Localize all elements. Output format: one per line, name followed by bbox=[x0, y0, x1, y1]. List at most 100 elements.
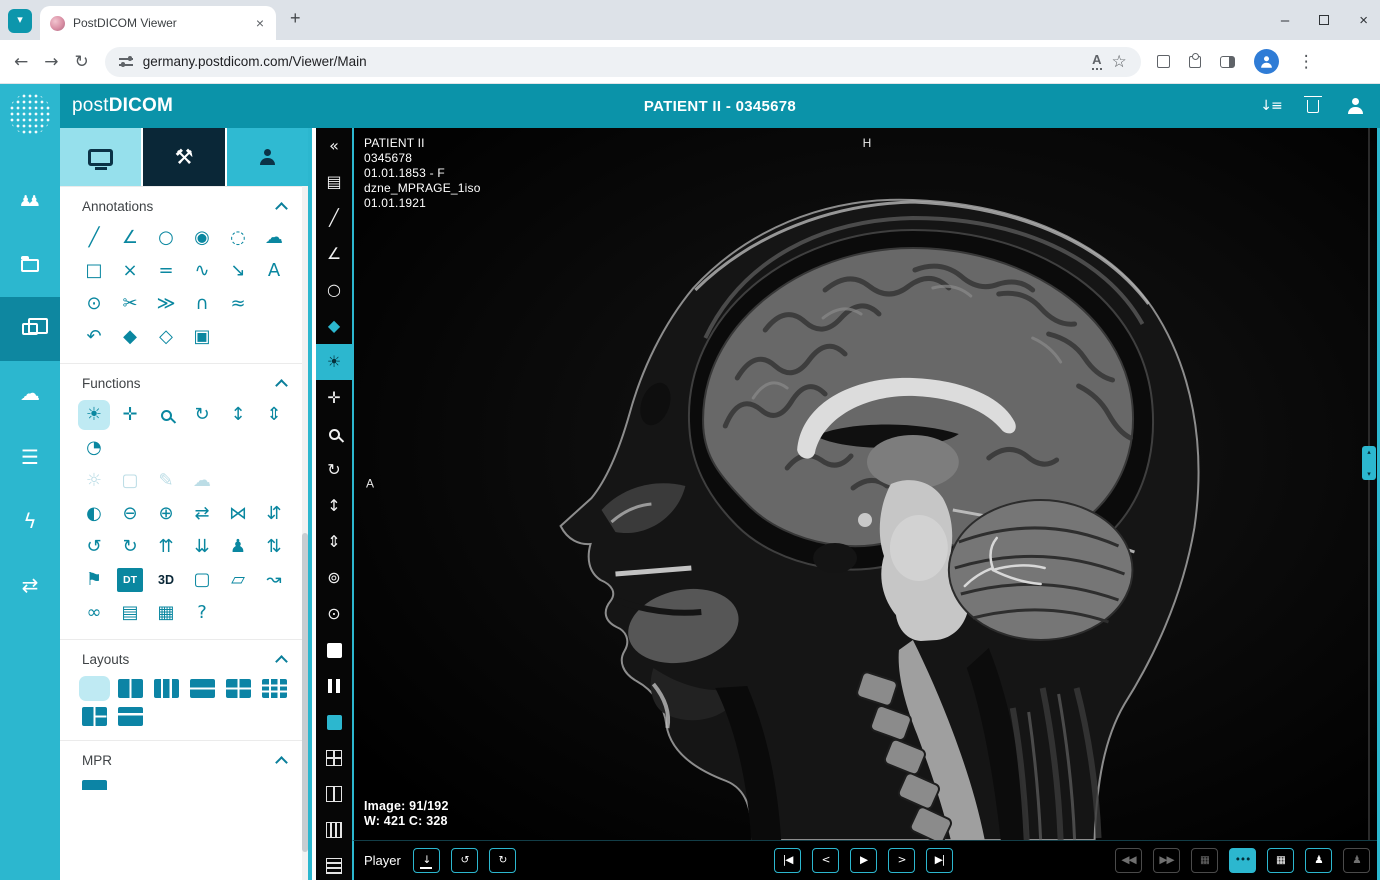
worklist-icon[interactable]: ☰ bbox=[0, 425, 60, 489]
active-frame-icon[interactable] bbox=[316, 632, 352, 668]
back-icon[interactable]: ← bbox=[14, 52, 28, 72]
polyline-icon[interactable]: ∿ bbox=[189, 259, 215, 283]
zoom-icon[interactable] bbox=[160, 409, 172, 421]
delete-annotation-icon[interactable]: ◆ bbox=[117, 325, 143, 349]
quarter-probe-icon[interactable]: ◔ bbox=[81, 436, 107, 460]
layout-3x3-icon[interactable] bbox=[261, 679, 287, 698]
mpr-preview-icon[interactable] bbox=[81, 780, 107, 790]
flow-icon[interactable]: ≫ bbox=[153, 292, 179, 316]
forward-icon[interactable]: → bbox=[44, 52, 58, 72]
layouts-header[interactable]: Layouts bbox=[60, 639, 308, 675]
reset-view-icon[interactable]: ⊚ bbox=[316, 560, 352, 596]
undo-icon[interactable]: ↶ bbox=[81, 325, 107, 349]
parallel-lines-icon[interactable]: = bbox=[153, 259, 179, 283]
flip-vertical-icon[interactable]: ⇵ bbox=[261, 502, 287, 526]
reload-icon[interactable]: ↻ bbox=[75, 52, 89, 72]
layout-1x1-icon[interactable] bbox=[81, 679, 107, 698]
patients-icon[interactable]: ♟♟ bbox=[0, 169, 60, 233]
layout-stripes-h-icon[interactable] bbox=[316, 848, 352, 880]
browser-menu-icon[interactable]: ⋮ bbox=[1298, 52, 1315, 72]
freehand-icon[interactable]: ☁ bbox=[261, 226, 287, 250]
address-bar[interactable]: germany.postdicom.com/Viewer/Main A ☆ bbox=[104, 46, 1141, 77]
layout-stripes-v-icon[interactable] bbox=[316, 812, 352, 848]
bookmark-star-icon[interactable]: ☆ bbox=[1112, 52, 1127, 72]
side-panel-icon[interactable] bbox=[1219, 55, 1235, 68]
length-icon[interactable]: ╱ bbox=[316, 200, 352, 236]
export-frame-button[interactable]: ↓ bbox=[412, 848, 440, 873]
shear-icon[interactable]: ▱ bbox=[225, 568, 251, 592]
window-level-icon[interactable]: ☀ bbox=[81, 403, 107, 427]
last-frame-button[interactable]: ▶| bbox=[926, 848, 953, 873]
patient-orientation-icon[interactable]: ♟ bbox=[225, 535, 251, 559]
text-icon[interactable]: A bbox=[261, 259, 287, 283]
orbit-icon[interactable]: ⊙ bbox=[316, 596, 352, 632]
new-tab-button[interactable]: + bbox=[290, 8, 301, 29]
export-image-icon[interactable]: ▤ bbox=[117, 601, 143, 625]
account-icon[interactable] bbox=[1344, 95, 1366, 117]
rotate-ccw-icon[interactable]: ↺ bbox=[81, 535, 107, 559]
arrow-icon[interactable]: ↘ bbox=[225, 259, 251, 283]
layout-cols-icon[interactable] bbox=[316, 776, 352, 812]
layout-2-rows-icon[interactable] bbox=[117, 707, 143, 726]
delete-annotation-icon[interactable]: ◆ bbox=[316, 308, 352, 344]
profile-avatar[interactable] bbox=[1253, 49, 1279, 74]
annotate-image-icon[interactable]: ▦ bbox=[153, 601, 179, 625]
patient-query-icon[interactable]: ? bbox=[189, 601, 215, 625]
zoom-out-icon[interactable]: ⊖ bbox=[117, 502, 143, 526]
previous-patient-button[interactable]: ♟ bbox=[1305, 848, 1332, 873]
ellipse-icon[interactable]: ○ bbox=[316, 272, 352, 308]
zoom-in-icon[interactable]: ⊕ bbox=[153, 502, 179, 526]
length-icon[interactable]: ╱ bbox=[81, 226, 107, 250]
series-scrollbar-track[interactable] bbox=[1368, 128, 1370, 840]
invert-icon[interactable]: ◐ bbox=[81, 502, 107, 526]
next-patient-button[interactable]: ♟ bbox=[1343, 848, 1370, 873]
more-options-button[interactable]: ••• bbox=[1229, 848, 1256, 873]
stack-scroll-icon[interactable]: ↕ bbox=[316, 488, 352, 524]
minimize-button[interactable]: – bbox=[1281, 12, 1289, 29]
layout-2x1-icon[interactable] bbox=[189, 679, 215, 698]
loop-forward-button[interactable]: ↻ bbox=[488, 848, 516, 873]
tag-icon[interactable]: ⚑ bbox=[81, 568, 107, 592]
first-frame-button[interactable]: |◀ bbox=[774, 848, 801, 873]
closed-curve-icon[interactable]: ∩ bbox=[189, 292, 215, 316]
close-window-button[interactable]: × bbox=[1359, 12, 1368, 29]
extensions-icon[interactable] bbox=[1188, 52, 1201, 68]
delete-all-annotations-icon[interactable]: ◇ bbox=[153, 325, 179, 349]
url-text[interactable]: germany.postdicom.com/Viewer/Main bbox=[143, 54, 1082, 69]
fast-rewind-button[interactable]: ◀◀ bbox=[1115, 848, 1142, 873]
point-icon[interactable]: ⊙ bbox=[81, 292, 107, 316]
freehand-wl-icon[interactable]: ☁ bbox=[189, 469, 215, 493]
delete-study-icon[interactable] bbox=[1302, 95, 1324, 117]
rotate-3d-icon[interactable]: ↝ bbox=[261, 568, 287, 592]
cobb-angle-icon[interactable]: ✂ bbox=[117, 292, 143, 316]
close-tab-icon[interactable]: × bbox=[254, 15, 266, 31]
spline-icon[interactable]: ≈ bbox=[225, 292, 251, 316]
mpr-header[interactable]: MPR bbox=[60, 740, 308, 776]
compress-vertical-icon[interactable]: ⇊ bbox=[189, 535, 215, 559]
sort-icon[interactable]: ↓≡ bbox=[1260, 95, 1282, 117]
tab-patient[interactable] bbox=[226, 128, 308, 186]
tab-search-button[interactable]: ▾ bbox=[8, 9, 32, 33]
tab-tools[interactable]: ⚒ bbox=[143, 128, 225, 186]
wl-region-icon[interactable]: ☼ bbox=[81, 469, 107, 493]
previous-frame-button[interactable]: < bbox=[812, 848, 839, 873]
reference-lines-icon[interactable]: ▢ bbox=[189, 568, 215, 592]
highlight-frame-icon[interactable] bbox=[316, 704, 352, 740]
report-icon[interactable]: ▤ bbox=[316, 164, 352, 200]
maximize-button[interactable] bbox=[1319, 15, 1330, 25]
panel-scroll-thumb[interactable] bbox=[302, 533, 308, 853]
upload-icon[interactable]: ☁ bbox=[0, 361, 60, 425]
rotate-icon[interactable]: ↻ bbox=[316, 452, 352, 488]
layout-2x2-icon[interactable] bbox=[225, 679, 251, 698]
layout-grid-icon[interactable] bbox=[316, 740, 352, 776]
angle-icon[interactable]: ∠ bbox=[316, 236, 352, 272]
ellipse-icon[interactable]: ◌ bbox=[225, 226, 251, 250]
mirror-horizontal-icon[interactable]: ⋈ bbox=[225, 502, 251, 526]
transfer-icon[interactable]: ⇄ bbox=[0, 553, 60, 617]
collapse-panel-icon[interactable]: « bbox=[316, 128, 352, 164]
dicom-tags-icon[interactable]: DT bbox=[117, 568, 143, 592]
flip-horizontal-icon[interactable]: ⇄ bbox=[189, 502, 215, 526]
annotations-header[interactable]: Annotations bbox=[60, 186, 308, 222]
reading-mode-icon[interactable] bbox=[1156, 55, 1170, 68]
pause-icon[interactable] bbox=[316, 668, 352, 704]
